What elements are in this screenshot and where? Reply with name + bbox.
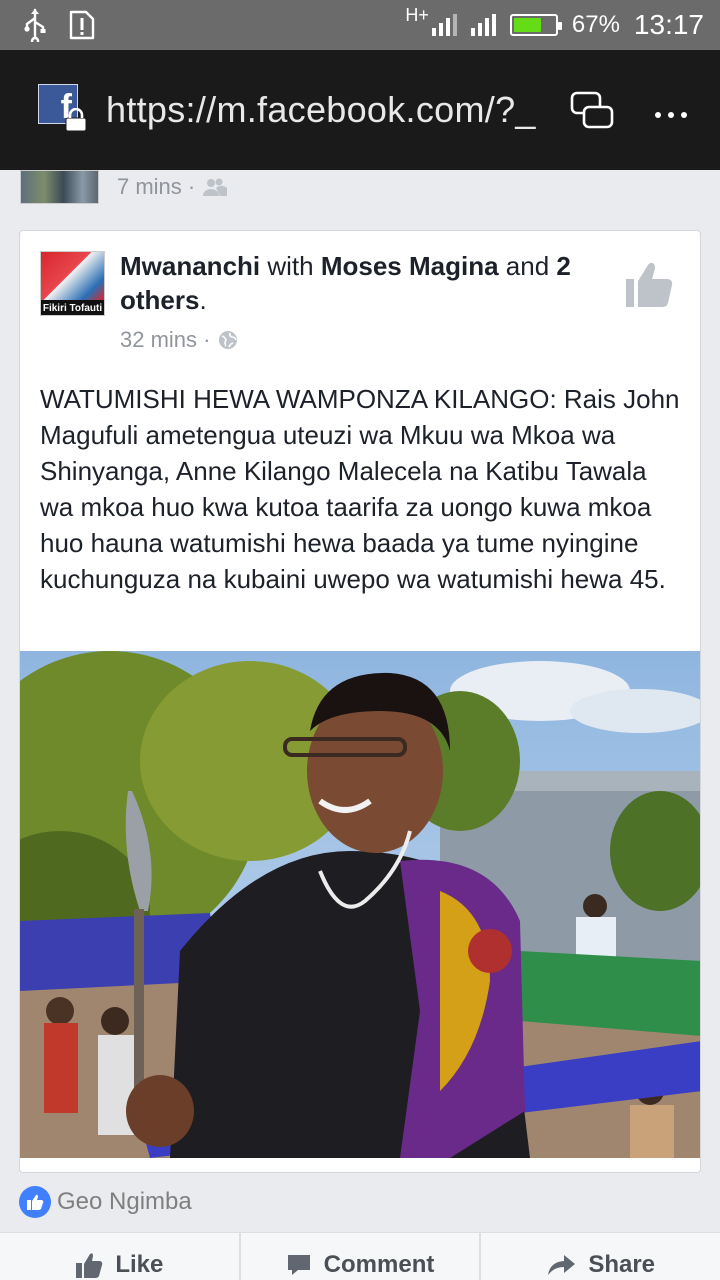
and-text: and [498,251,557,281]
photo-woman-with-spear [20,651,700,1158]
clock: 13:17 [633,9,704,40]
like-reaction-icon [19,1186,51,1218]
mwananchi-logo-icon [41,252,104,300]
others-label[interactable]: others [120,285,199,315]
previous-post-meta: 7 mins · [117,174,228,200]
page-avatar[interactable]: Fikiri Tofauti [40,251,105,316]
previous-post-thumbnail[interactable] [20,170,99,204]
liker-name: Geo Ngimba [57,1188,192,1215]
friends-icon [203,178,228,196]
others-count[interactable]: 2 [556,251,570,281]
post-header: Fikiri Tofauti Mwananchi with Moses Magi… [20,231,700,361]
reaction-summary[interactable]: Geo Ngimba [19,1186,192,1218]
like-label: Like [115,1250,164,1278]
browser-toolbar: f https://m.facebook.com/?_ [0,50,720,170]
globe-icon [219,331,238,349]
tagged-person-link[interactable]: Moses Magina [321,251,499,281]
battery-percent: 67% [571,11,620,38]
previous-post-time: 7 mins · [117,174,196,199]
lock-icon [65,108,87,132]
period: . [199,285,207,315]
page-name-link[interactable]: Mwananchi [120,251,260,281]
data-signal-icon [431,14,457,36]
url-bar[interactable]: https://m.facebook.com/?_ [106,89,536,131]
comment-button[interactable]: Comment [241,1233,482,1280]
cell-signal-icon [470,14,496,36]
post-body: WATUMISHI HEWA WAMPONZA KILANGO: Rais Jo… [40,384,680,594]
comment-label: Comment [323,1250,435,1278]
usb-icon [24,8,46,42]
battery-icon [509,14,562,36]
site-security-button[interactable]: f [38,84,90,136]
post-meta: 32 mins · [120,327,238,353]
network-type: H+ [405,5,429,25]
alert-icon [69,10,95,40]
battery-fill [513,18,541,32]
like-page-icon[interactable] [624,259,674,311]
with-text: with [260,251,321,281]
thumbs-up-icon [76,1252,103,1278]
share-button[interactable]: Share [481,1233,720,1280]
previous-post-footer: 7 mins · [0,170,720,212]
post-action-bar: Like Comment Share [0,1232,720,1280]
tab-switcher-icon[interactable] [570,90,614,130]
post-photo[interactable] [20,651,700,1158]
avatar-tagline: Fikiri Tofauti [41,300,104,315]
comment-icon [287,1254,310,1275]
post-card: Fikiri Tofauti Mwananchi with Moses Magi… [19,230,701,1173]
status-bar: H+ 67% 13:17 [0,0,720,50]
post-author-line: Mwananchi with Moses Magina and 2 others… [120,249,590,317]
news-feed: 7 mins · Fikiri Tofauti Mwananchi with M… [0,170,720,1280]
post-time[interactable]: 32 mins · [120,327,210,353]
overflow-menu-icon[interactable] [654,93,688,127]
network-indicator: H+ [405,5,457,36]
share-label: Share [588,1250,656,1278]
like-button[interactable]: Like [0,1233,241,1280]
share-icon [548,1254,576,1275]
